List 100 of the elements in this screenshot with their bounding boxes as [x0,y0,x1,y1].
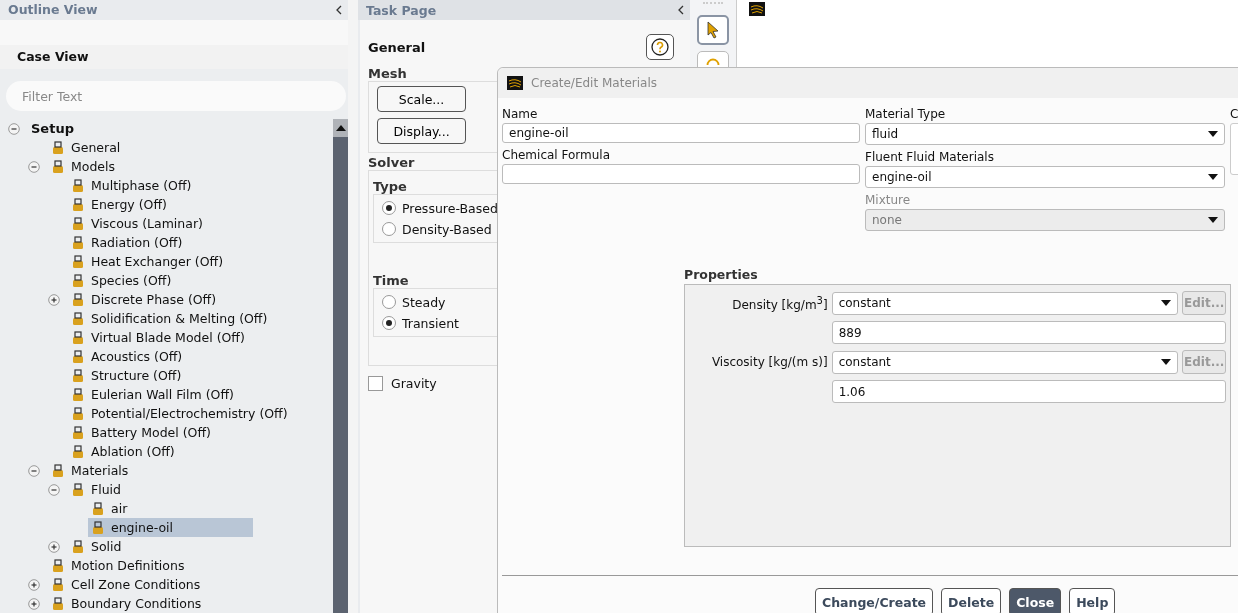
radio-label[interactable]: Transient [402,315,460,331]
tree-item[interactable]: Battery Model (Off) [91,425,211,440]
expand-toggle[interactable] [48,293,60,306]
dialog-button[interactable]: Change/Create [815,588,934,613]
tree-node-icon [71,425,85,440]
rotate-icon [706,58,720,65]
case-view-tab[interactable]: Case View [17,49,89,65]
logo-icon [749,2,765,16]
help-button[interactable] [646,34,674,60]
checkbox-label[interactable]: Gravity [391,376,437,391]
radio-button[interactable] [382,295,396,309]
expand-toggle[interactable] [8,122,20,135]
collapse-icon[interactable] [678,5,684,15]
name-field[interactable]: engine-oil [502,123,860,143]
scroll-up-icon[interactable] [335,125,346,131]
tree-item[interactable]: Solid [91,539,122,554]
radio-label[interactable]: Steady [402,294,446,310]
tree-node-icon [71,539,85,554]
radio-button[interactable] [382,201,396,215]
tree-item[interactable]: General [71,140,121,155]
panel-title: Outline View [8,2,98,18]
method-dropdown[interactable]: constant [831,291,1179,315]
expand-toggle[interactable] [28,464,40,477]
tree-node-icon [71,273,85,288]
expand-toggle[interactable] [48,483,60,496]
mesh-button[interactable]: Display... [377,118,466,144]
formula-field[interactable] [502,164,860,184]
field-label: Material Type [865,106,947,123]
tree-node-icon [51,558,65,573]
tree-node-icon [71,235,85,250]
tree-item[interactable]: Cell Zone Conditions [71,577,201,592]
tree-item[interactable]: Virtual Blade Model (Off) [91,330,245,345]
tree-node-icon [71,311,85,326]
tree-item[interactable]: Potential/Electrochemistry (Off) [91,406,288,421]
value-field[interactable]: 889 [831,321,1226,344]
tree-node-icon [51,140,65,155]
tree-item[interactable]: Ablation (Off) [91,444,175,459]
radio-label[interactable]: Density-Based [402,221,492,237]
collapse-icon[interactable] [336,4,342,15]
tree-node-icon [51,159,65,174]
tree-item[interactable]: Materials [71,463,129,478]
expand-toggle[interactable] [28,578,40,591]
radio-label[interactable]: Pressure-Based [402,200,498,216]
tree-item[interactable]: Eulerian Wall Film (Off) [91,387,234,402]
section-title: Properties [684,267,759,282]
tree-item[interactable]: Heat Exchanger (Off) [91,254,224,269]
dialog-button[interactable]: Close [1009,588,1062,613]
tree-node-icon [91,501,105,516]
tree-item[interactable]: Viscous (Laminar) [91,216,203,231]
group-title: Time [373,273,410,288]
section-title: Mesh [368,66,408,81]
tree-item[interactable]: Motion Definitions [71,558,185,573]
scrollbar[interactable] [333,119,348,613]
tree-item[interactable]: Radiation (Off) [91,235,183,250]
dialog-button[interactable]: Delete [941,588,1002,613]
tree-item[interactable]: Models [71,159,116,174]
tree-item[interactable]: Setup [31,121,74,136]
field-label: C [1230,106,1238,123]
radio-button[interactable] [382,222,396,236]
tree-item[interactable]: air [111,501,128,516]
tree-node-icon [51,596,65,611]
dropdown-arrow-icon [1208,131,1218,137]
tree-item[interactable]: Energy (Off) [91,197,167,212]
tree-node-icon [71,368,85,383]
checkbox[interactable] [368,376,383,391]
value-field[interactable]: 1.06 [831,380,1226,403]
dialog-title: Create/Edit Materials [531,76,657,90]
tree-item[interactable]: Acoustics (Off) [91,349,183,364]
dialog-button[interactable]: Help [1069,588,1116,613]
tree-node-icon [71,349,85,364]
tree-node-icon [71,387,85,402]
tree-node-icon [71,254,85,269]
filter-field[interactable]: Filter Text [6,81,346,111]
tree-item[interactable]: Solidification & Melting (Off) [91,311,268,326]
expand-toggle[interactable] [48,540,60,553]
expand-toggle[interactable] [28,597,40,610]
logo-icon [507,76,523,90]
tree-node-icon [71,406,85,421]
mesh-button[interactable]: Scale... [377,86,466,112]
tree-item[interactable]: Fluid [91,482,121,497]
dropdown[interactable]: fluid [865,123,1225,145]
tree-item[interactable]: Boundary Conditions [71,596,202,611]
group-title: Type [373,179,408,194]
select-tool-button[interactable] [697,15,729,45]
tree-node-icon [71,330,85,345]
tree-node-icon [71,292,85,307]
field-label: Mixture [865,192,912,209]
tree-item[interactable]: Discrete Phase (Off) [91,292,217,307]
tree-node-icon [51,463,65,478]
pointer-icon [706,21,720,39]
expand-toggle[interactable] [28,160,40,173]
section-title: Solver [368,155,416,170]
radio-button[interactable] [382,316,396,330]
property-label: Density [kg/m$^{3}$] [731,294,828,312]
dropdown[interactable]: engine-oil [865,166,1225,188]
method-dropdown[interactable]: constant [831,350,1179,374]
tree-item[interactable]: Species (Off) [91,273,172,288]
panel-title: Task Page [366,2,437,18]
tree-item[interactable]: Multiphase (Off) [91,178,192,193]
tree-item[interactable]: Structure (Off) [91,368,182,383]
